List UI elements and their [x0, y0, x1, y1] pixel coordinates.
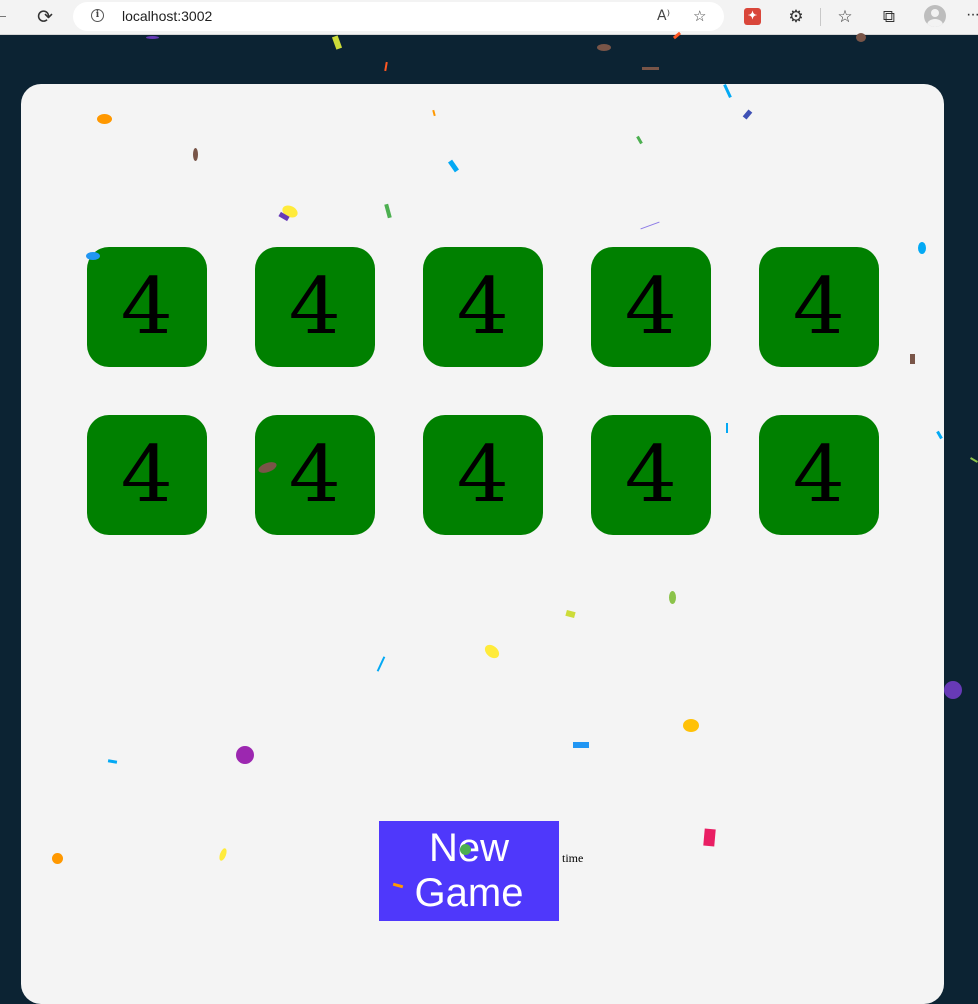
tile[interactable]: 4: [423, 415, 543, 535]
tile-value: 4: [456, 430, 510, 520]
toolbar-divider: [820, 8, 821, 26]
reload-icon[interactable]: ⟳: [32, 5, 58, 29]
confetti-piece: [331, 35, 343, 50]
tile-value: 4: [792, 262, 846, 352]
extension-icon[interactable]: ✦: [744, 8, 761, 25]
confetti-piece: [597, 44, 611, 51]
tile-value: 4: [624, 430, 678, 520]
confetti-piece: [944, 681, 962, 699]
tile-value: 4: [624, 262, 678, 352]
tile[interactable]: 4: [87, 247, 207, 367]
tile-value: 4: [792, 430, 846, 520]
tile-value: 4: [120, 262, 174, 352]
tile[interactable]: 4: [423, 247, 543, 367]
add-favorite-icon[interactable]: ☆: [693, 6, 706, 26]
tile[interactable]: 4: [759, 415, 879, 535]
collections-icon[interactable]: ⧉: [877, 5, 901, 29]
tile[interactable]: 4: [255, 247, 375, 367]
browser-toolbar: ⟳ i localhost:3002 A⁾ ☆ ✦ ⚙ ☆ ⧉ ···: [0, 0, 978, 35]
tile[interactable]: 4: [759, 247, 879, 367]
tile-value: 4: [288, 262, 342, 352]
confetti-piece: [970, 457, 978, 463]
tile[interactable]: 4: [255, 415, 375, 535]
profile-avatar[interactable]: [924, 5, 946, 27]
extensions-puzzle-icon[interactable]: ⚙: [784, 5, 808, 29]
url-text[interactable]: localhost:3002: [122, 8, 212, 24]
favorites-icon[interactable]: ☆: [833, 5, 857, 29]
tile[interactable]: 4: [591, 247, 711, 367]
read-aloud-icon[interactable]: A⁾: [657, 6, 670, 26]
new-game-button[interactable]: New Game: [379, 821, 559, 921]
confetti-piece: [146, 36, 159, 39]
address-bar[interactable]: i localhost:3002 A⁾ ☆: [73, 2, 724, 31]
tile-value: 4: [456, 262, 510, 352]
tile-value: 4: [288, 430, 342, 520]
site-info-icon[interactable]: i: [91, 9, 104, 22]
time-label: time: [562, 851, 584, 865]
confetti-piece: [642, 67, 659, 70]
back-button-icon[interactable]: [0, 16, 6, 17]
confetti-piece: [384, 61, 388, 72]
tile[interactable]: 4: [87, 415, 207, 535]
tile-value: 4: [120, 430, 174, 520]
more-menu-icon[interactable]: ···: [966, 6, 978, 24]
tile[interactable]: 4: [591, 415, 711, 535]
